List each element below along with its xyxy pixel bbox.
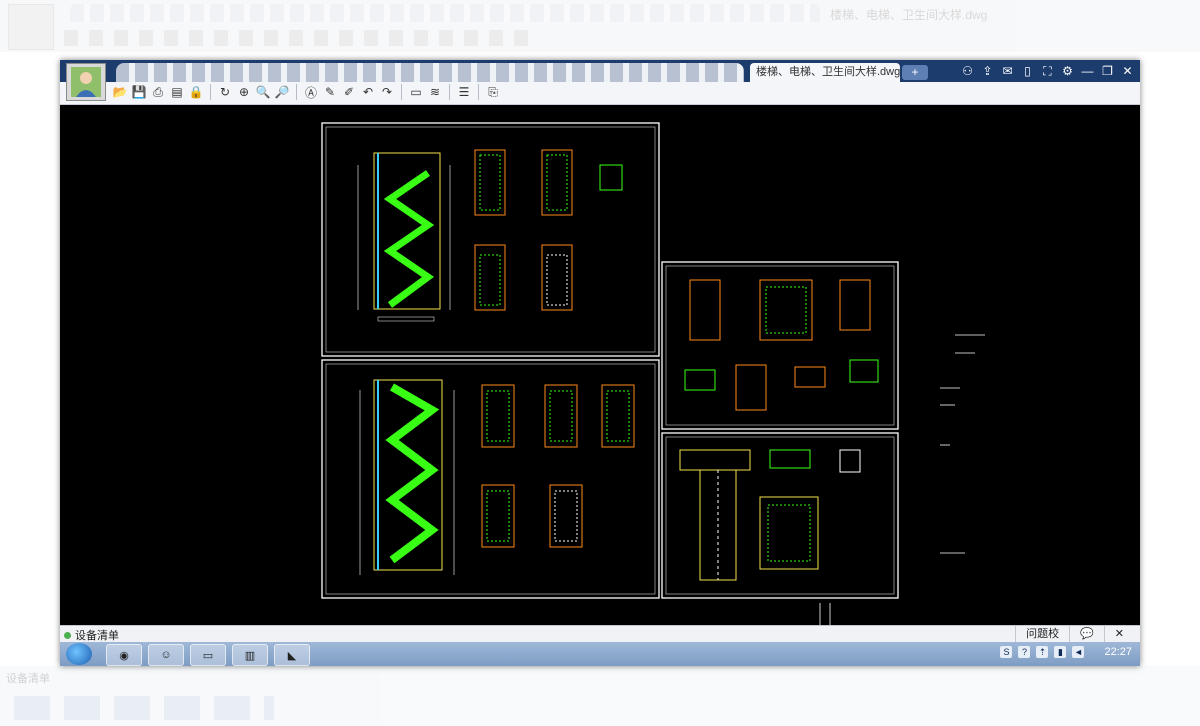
start-button-icon[interactable] bbox=[66, 643, 92, 665]
stair-plans-sheet-2 bbox=[481, 384, 635, 548]
chat-icon[interactable]: 💬 bbox=[1069, 626, 1104, 642]
message-icon[interactable]: ✉ bbox=[1001, 64, 1014, 78]
annotation-notes bbox=[819, 334, 985, 625]
pencil-icon[interactable]: ✎ bbox=[322, 84, 338, 100]
rotate-icon[interactable]: ↻ bbox=[217, 84, 233, 100]
layers-icon[interactable]: ☰ bbox=[456, 84, 472, 100]
lock-icon[interactable]: 🔒 bbox=[188, 84, 204, 100]
tray-arrow-icon[interactable]: ⇡ bbox=[1036, 646, 1049, 658]
redo-icon[interactable]: ↷ bbox=[379, 84, 395, 100]
stair-section-1 bbox=[357, 152, 451, 322]
toolbar-divider bbox=[478, 84, 479, 100]
markup-icon[interactable]: ✐ bbox=[341, 84, 357, 100]
ghost-avatar bbox=[8, 4, 54, 50]
background-window-ghost: 楼梯、电梯、卫生间大样.dwg bbox=[0, 0, 1200, 52]
toolbar: 📂 💾 ⎙ ▤ 🔒 ↻ ⊕ 🔍 🔎 Ⓐ ✎ ✐ ↶ ↷ ▭ ≋ ☰ ⎘ bbox=[60, 82, 1140, 105]
settings-icon[interactable]: ⚙ bbox=[1061, 64, 1074, 78]
window-controls: ⚇ ⇪ ✉ ▯ ⛶ ⚙ — ❐ ✕ bbox=[961, 62, 1134, 80]
help-icon[interactable]: ? bbox=[1018, 646, 1031, 658]
taskbar-app-browser-icon[interactable]: ◉ bbox=[106, 644, 142, 666]
toolbar-divider bbox=[449, 84, 450, 100]
system-tray: S ? ⇡ ▮ ◄ 22:27 bbox=[1000, 646, 1132, 658]
ghost-taskbar bbox=[14, 696, 274, 720]
toolbar-divider bbox=[210, 84, 211, 100]
sheet-frame-4 bbox=[661, 432, 899, 599]
volume-icon[interactable]: ◄ bbox=[1072, 646, 1085, 658]
user-avatar-icon bbox=[71, 67, 101, 97]
stair-section-2 bbox=[359, 379, 455, 575]
collapsed-tab-strip[interactable] bbox=[116, 63, 744, 82]
file-tab-active[interactable]: 楼梯、电梯、卫生间大样.dwg× bbox=[750, 63, 900, 82]
measure-icon[interactable]: ▭ bbox=[408, 84, 424, 100]
fullscreen-icon[interactable]: ⛶ bbox=[1041, 64, 1054, 79]
statusbar-close-button[interactable]: ✕ bbox=[1103, 626, 1134, 642]
taskbar-app-folder-icon[interactable]: ▭ bbox=[190, 644, 226, 666]
equipment-list-label[interactable]: 设备清单 bbox=[75, 627, 119, 643]
ghost-file-tab: 楼梯、电梯、卫生间大样.dwg bbox=[830, 8, 988, 22]
drawing-canvas[interactable] bbox=[60, 105, 1140, 625]
open-icon[interactable]: 📂 bbox=[112, 84, 128, 100]
title-bar: 楼梯、电梯、卫生间大样.dwg× + ⚇ ⇪ ✉ ▯ ⛶ ⚙ — ❐ ✕ bbox=[60, 60, 1140, 82]
file-tab-label: 楼梯、电梯、卫生间大样.dwg bbox=[756, 66, 900, 78]
user-avatar[interactable] bbox=[66, 63, 106, 101]
cad-drawing bbox=[321, 122, 985, 625]
close-icon[interactable]: ✕ bbox=[1121, 64, 1134, 78]
new-tab-button[interactable]: + bbox=[902, 65, 928, 80]
windows-taskbar: ◉ ☺ ▭ ▥ ◣ S ? ⇡ ▮ ◄ 22:27 bbox=[60, 642, 1140, 666]
zoom-window-icon[interactable]: ⊕ bbox=[236, 84, 252, 100]
ghost-toolbar bbox=[64, 30, 534, 46]
pdf-export-icon[interactable]: ▤ bbox=[169, 84, 185, 100]
save-icon[interactable]: 💾 bbox=[131, 84, 147, 100]
cad-viewer-window: 楼梯、电梯、卫生间大样.dwg× + ⚇ ⇪ ✉ ▯ ⛶ ⚙ — ❐ ✕ 📂 💾… bbox=[60, 60, 1140, 666]
ghost-tabstrip bbox=[70, 4, 820, 22]
clock[interactable]: 22:27 bbox=[1104, 646, 1132, 658]
ghost-status-label: 设备清单 bbox=[6, 673, 50, 685]
restore-icon[interactable]: ❐ bbox=[1101, 64, 1114, 78]
taskbar-app-cad-icon[interactable]: ◣ bbox=[274, 644, 310, 666]
dimension-icon[interactable]: ≋ bbox=[427, 84, 443, 100]
elevator-details bbox=[679, 449, 861, 581]
toilet-plans bbox=[684, 279, 879, 411]
taskbar-app-qq-icon[interactable]: ☺ bbox=[148, 644, 184, 666]
toolbar-divider bbox=[401, 84, 402, 100]
text-icon[interactable]: Ⓐ bbox=[303, 84, 319, 100]
share-icon[interactable]: ⇪ bbox=[981, 64, 994, 78]
undo-icon[interactable]: ↶ bbox=[360, 84, 376, 100]
toolbar-divider bbox=[296, 84, 297, 100]
background-taskbar-ghost: 设备清单 bbox=[0, 666, 1200, 726]
print-icon[interactable]: ⎙ bbox=[150, 84, 166, 100]
minimize-icon[interactable]: — bbox=[1081, 64, 1094, 78]
users-icon[interactable]: ⚇ bbox=[961, 64, 974, 78]
stair-plans-sheet-1 bbox=[474, 149, 623, 311]
taskbar-app-books-icon[interactable]: ▥ bbox=[232, 644, 268, 666]
feedback-button[interactable]: 问题校 bbox=[1015, 626, 1069, 642]
status-dot-icon bbox=[64, 631, 71, 639]
network-icon[interactable]: ▮ bbox=[1054, 646, 1067, 658]
phone-icon[interactable]: ▯ bbox=[1021, 64, 1034, 78]
sheet-frame-1 bbox=[321, 122, 660, 357]
ime-icon[interactable]: S bbox=[1000, 646, 1013, 658]
export-icon[interactable]: ⎘ bbox=[485, 84, 501, 100]
status-bar: 设备清单 问题校 💬 ✕ bbox=[60, 625, 1140, 642]
zoom-out-icon[interactable]: 🔎 bbox=[274, 84, 290, 100]
sheet-frame-2 bbox=[321, 359, 660, 599]
zoom-in-icon[interactable]: 🔍 bbox=[255, 84, 271, 100]
